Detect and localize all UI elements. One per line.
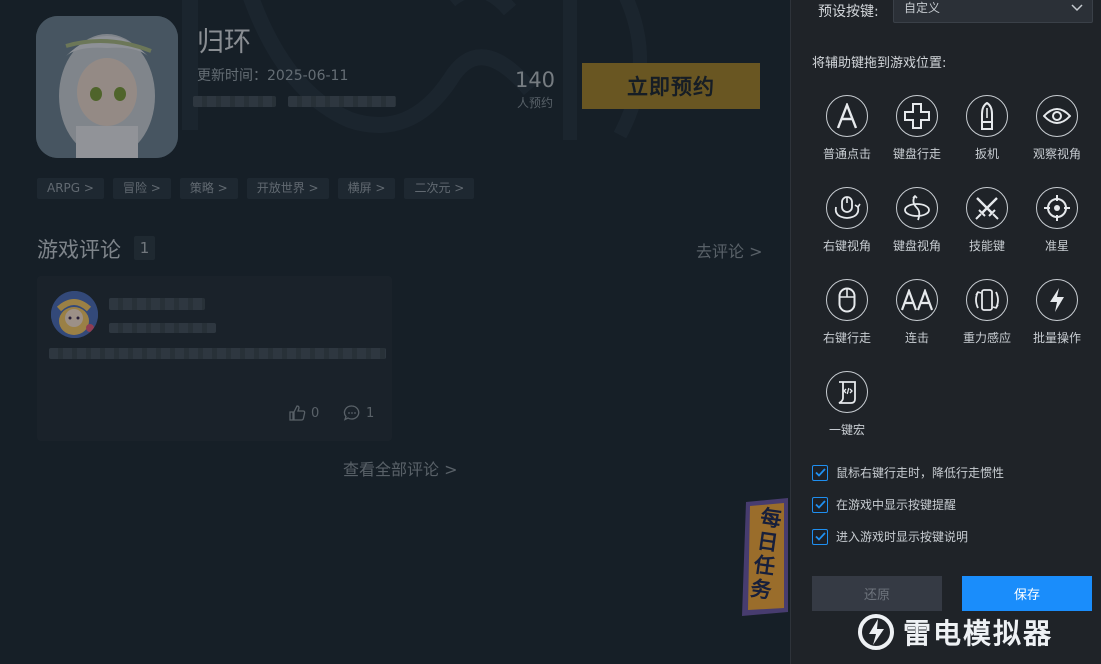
lightning-icon bbox=[1036, 279, 1078, 321]
option-show-key-hints[interactable]: 在游戏中显示按键提醒 bbox=[812, 496, 956, 513]
tool-gravity-sensor[interactable]: 重力感应 bbox=[952, 279, 1022, 359]
tool-label: 技能键 bbox=[968, 239, 1005, 253]
tool-keyboard-walk[interactable]: 键盘行走 bbox=[882, 95, 952, 175]
tool-label: 连击 bbox=[904, 331, 929, 345]
option-label: 进入游戏时显示按键说明 bbox=[836, 530, 969, 544]
drag-hint: 将辅助键拖到游戏位置: bbox=[812, 56, 947, 71]
option-label: 在游戏中显示按键提醒 bbox=[836, 498, 957, 512]
letter-a-icon bbox=[826, 95, 868, 137]
checkbox-checked[interactable] bbox=[812, 528, 828, 545]
option-reduce-inertia[interactable]: 鼠标右键行走时，降低行走惯性 bbox=[812, 464, 1004, 481]
tool-label: 观察视角 bbox=[1032, 147, 1081, 161]
preset-value: 自定义 bbox=[904, 1, 941, 15]
tool-one-key-macro[interactable]: 一键宏 bbox=[812, 371, 882, 451]
tool-right-click-view[interactable]: 右键视角 bbox=[812, 187, 882, 267]
tool-label: 普通点击 bbox=[822, 147, 871, 161]
tool-label: 重力感应 bbox=[962, 331, 1011, 345]
tool-combo[interactable]: 连击 bbox=[882, 279, 952, 359]
tool-right-click-walk[interactable]: 右键行走 bbox=[812, 279, 882, 359]
save-button[interactable]: 保存 bbox=[962, 576, 1092, 611]
eye-icon bbox=[1036, 95, 1078, 137]
tool-label: 一键宏 bbox=[828, 423, 865, 437]
tool-label: 右键行走 bbox=[822, 331, 871, 345]
checkbox-checked[interactable] bbox=[812, 464, 828, 481]
tool-label: 右键视角 bbox=[822, 239, 871, 253]
tool-label: 键盘行走 bbox=[892, 147, 941, 161]
checkmark-icon bbox=[814, 532, 826, 541]
tool-skill-key[interactable]: 技能键 bbox=[952, 187, 1022, 267]
tool-keyboard-view[interactable]: 键盘视角 bbox=[882, 187, 952, 267]
ldplayer-logo-icon bbox=[858, 614, 894, 650]
tool-label: 扳机 bbox=[974, 147, 999, 161]
keyboard-rotate-icon bbox=[896, 187, 938, 229]
crosshair-icon bbox=[1036, 187, 1078, 229]
tool-label: 键盘视角 bbox=[892, 239, 941, 253]
brand-name: 雷电模拟器 bbox=[903, 617, 1054, 650]
preset-select[interactable]: 自定义 bbox=[893, 0, 1093, 23]
bullet-icon bbox=[966, 95, 1008, 137]
phone-rotate-icon bbox=[966, 279, 1008, 321]
preset-label: 预设按键: bbox=[818, 4, 879, 20]
brand-watermark: 雷电模拟器 bbox=[857, 612, 1053, 652]
mouse-icon bbox=[826, 279, 868, 321]
tool-observe-view[interactable]: 观察视角 bbox=[1022, 95, 1092, 175]
option-show-key-guide[interactable]: 进入游戏时显示按键说明 bbox=[812, 528, 968, 545]
checkmark-icon bbox=[814, 500, 826, 509]
tool-crosshair[interactable]: 准星 bbox=[1022, 187, 1092, 267]
tool-label: 批量操作 bbox=[1032, 331, 1081, 345]
mouse-rotate-icon bbox=[826, 187, 868, 229]
restore-button[interactable]: 还原 bbox=[812, 576, 942, 611]
checkmark-icon bbox=[814, 468, 826, 477]
key-mapping-panel: 预设按键: 自定义 将辅助键拖到游戏位置: 普通点击 键盘行走 扳机 观察视角 bbox=[790, 0, 1101, 664]
tool-label: 准星 bbox=[1044, 239, 1069, 253]
dpad-icon bbox=[896, 95, 938, 137]
dim-overlay[interactable] bbox=[0, 0, 790, 664]
script-icon bbox=[826, 371, 868, 413]
tool-normal-click[interactable]: 普通点击 bbox=[812, 95, 882, 175]
tool-batch-operation[interactable]: 批量操作 bbox=[1022, 279, 1092, 359]
checkbox-checked[interactable] bbox=[812, 496, 828, 513]
tool-trigger[interactable]: 扳机 bbox=[952, 95, 1022, 175]
game-detail-page: 归环 更新时间：2025-06-11 140 人预约 立即预约 ARPG > 冒… bbox=[0, 0, 790, 664]
double-a-icon bbox=[896, 279, 938, 321]
option-label: 鼠标右键行走时，降低行走惯性 bbox=[836, 466, 1005, 480]
crossed-swords-icon bbox=[966, 187, 1008, 229]
chevron-down-icon bbox=[1071, 4, 1083, 12]
